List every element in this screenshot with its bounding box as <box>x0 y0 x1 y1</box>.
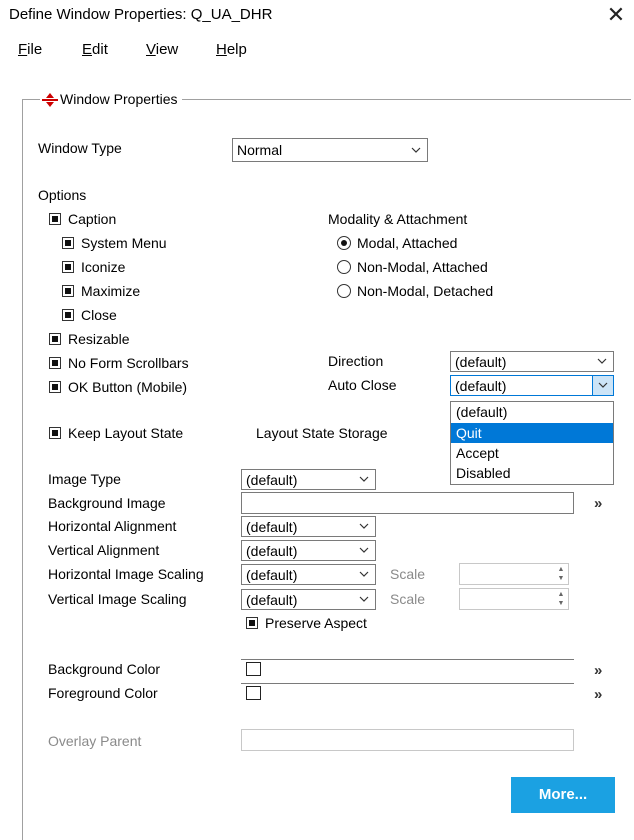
no-form-scrollbars-label: No Form Scrollbars <box>68 355 189 371</box>
auto-close-select[interactable]: (default) <box>450 375 614 396</box>
system-menu-checkbox[interactable] <box>62 237 74 249</box>
foreground-color-label: Foreground Color <box>48 685 158 701</box>
horizontal-image-scaling-select[interactable]: (default) <box>241 564 376 585</box>
direction-label: Direction <box>328 353 384 369</box>
dropdown-option-default[interactable]: (default) <box>451 402 613 422</box>
window-type-select[interactable]: Normal <box>232 138 428 162</box>
keep-layout-state-label: Keep Layout State <box>68 425 184 441</box>
spin-down-icon[interactable]: ▼ <box>557 575 565 583</box>
background-image-label: Background Image <box>48 495 166 511</box>
spin-up-icon[interactable]: ▲ <box>557 591 565 599</box>
vertical-scale-spinner[interactable]: ▲ ▼ <box>459 588 569 610</box>
non-modal-attached-label: Non-Modal, Attached <box>357 259 488 275</box>
iconize-label: Iconize <box>81 259 126 275</box>
no-form-scrollbars-checkbox[interactable] <box>49 357 61 369</box>
menu-file[interactable]: File <box>18 40 42 60</box>
close-checkbox[interactable] <box>62 309 74 321</box>
chevron-down-icon <box>359 523 369 529</box>
caption-label: Caption <box>68 211 117 227</box>
chevron-down-icon <box>598 382 608 388</box>
menu-view[interactable]: View <box>146 40 178 60</box>
pick-foreground-color-button[interactable]: » <box>594 686 603 703</box>
auto-close-dropdown-list: (default) Quit Accept Disabled <box>450 401 614 485</box>
non-modal-attached-radio[interactable] <box>337 260 351 274</box>
chevron-down-icon <box>359 596 369 602</box>
background-color-swatch[interactable] <box>246 662 261 676</box>
menu-help[interactable]: Help <box>216 40 247 60</box>
image-type-select[interactable]: (default) <box>241 469 376 490</box>
maximize-checkbox[interactable] <box>62 285 74 297</box>
spin-up-icon[interactable]: ▲ <box>557 566 565 574</box>
chevron-down-icon <box>411 147 421 153</box>
vertical-image-scaling-select[interactable]: (default) <box>241 589 376 610</box>
close-icon[interactable]: ✕ <box>604 4 628 26</box>
horizontal-alignment-label: Horizontal Alignment <box>48 518 177 534</box>
resizable-label: Resizable <box>68 331 130 347</box>
overlay-parent-input[interactable] <box>241 729 574 751</box>
background-color-label: Background Color <box>48 661 161 677</box>
iconize-checkbox[interactable] <box>62 261 74 273</box>
horizontal-scale-label: Scale <box>390 566 426 582</box>
window-type-label: Window Type <box>38 140 122 156</box>
group-title-label: Window Properties <box>60 91 178 107</box>
vertical-scale-label: Scale <box>390 591 426 607</box>
ok-button-mobile-checkbox[interactable] <box>49 381 61 393</box>
close-label: Close <box>81 307 117 323</box>
ok-button-mobile-label: OK Button (Mobile) <box>68 379 188 395</box>
direction-select[interactable]: (default) <box>450 351 614 372</box>
horizontal-image-scaling-label: Horizontal Image Scaling <box>48 566 204 582</box>
modal-attached-label: Modal, Attached <box>357 235 458 251</box>
vertical-alignment-select[interactable]: (default) <box>241 540 376 561</box>
browse-background-image-button[interactable]: » <box>594 495 603 512</box>
dropdown-option-disabled[interactable]: Disabled <box>451 463 613 483</box>
maximize-label: Maximize <box>81 283 141 299</box>
options-label: Options <box>38 187 87 203</box>
layout-state-storage-label: Layout State Storage <box>256 425 388 441</box>
keep-layout-state-checkbox[interactable] <box>49 427 61 439</box>
background-color-field[interactable] <box>241 659 574 681</box>
horizontal-scale-spinner[interactable]: ▲ ▼ <box>459 563 569 585</box>
preserve-aspect-label: Preserve Aspect <box>265 615 367 631</box>
image-type-label: Image Type <box>48 471 121 487</box>
system-menu-label: System Menu <box>81 235 167 251</box>
window-title: Define Window Properties: Q_UA_DHR <box>9 6 273 23</box>
dropdown-option-accept[interactable]: Accept <box>451 443 613 463</box>
pick-background-color-button[interactable]: » <box>594 662 603 679</box>
chevron-down-icon <box>597 358 607 364</box>
vertical-image-scaling-label: Vertical Image Scaling <box>48 591 187 607</box>
group-title: Window Properties <box>40 89 182 109</box>
non-modal-detached-label: Non-Modal, Detached <box>357 283 494 299</box>
chevron-down-icon <box>359 476 369 482</box>
non-modal-detached-radio[interactable] <box>337 284 351 298</box>
foreground-color-field[interactable] <box>241 683 574 705</box>
background-image-input[interactable] <box>241 492 574 514</box>
chevron-down-icon <box>359 571 369 577</box>
vertical-alignment-label: Vertical Alignment <box>48 542 160 558</box>
dropdown-option-quit[interactable]: Quit <box>451 423 613 443</box>
resizable-checkbox[interactable] <box>49 333 61 345</box>
auto-close-label: Auto Close <box>328 377 397 393</box>
chevron-down-icon <box>359 547 369 553</box>
preserve-aspect-checkbox[interactable] <box>246 617 258 629</box>
modality-label: Modality & Attachment <box>328 211 468 227</box>
window-properties-icon <box>42 92 58 107</box>
caption-checkbox[interactable] <box>49 213 61 225</box>
horizontal-alignment-select[interactable]: (default) <box>241 516 376 537</box>
foreground-color-swatch[interactable] <box>246 686 261 700</box>
menu-edit[interactable]: Edit <box>82 40 108 60</box>
overlay-parent-label: Overlay Parent <box>48 733 142 749</box>
modal-attached-radio[interactable] <box>337 236 351 250</box>
spin-down-icon[interactable]: ▼ <box>557 600 565 608</box>
more-button[interactable]: More... <box>511 777 615 813</box>
